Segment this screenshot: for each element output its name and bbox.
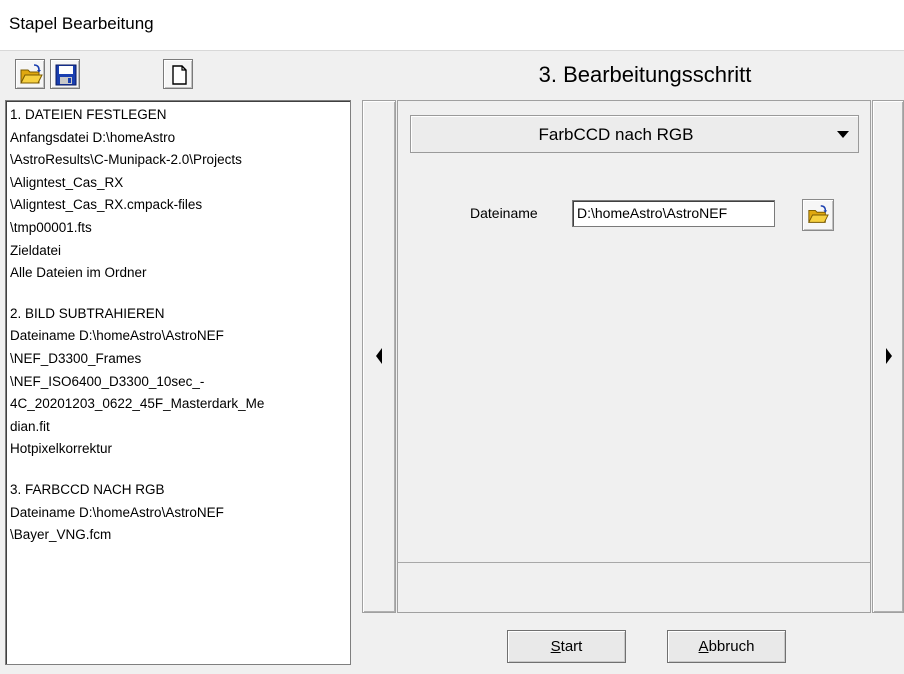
start-button[interactable]: Start <box>507 630 626 663</box>
abort-accelerator: A <box>698 638 709 655</box>
summary-line: \Aligntest_Cas_RX <box>10 174 124 190</box>
title-bar: Stapel Bearbeitung <box>0 0 904 51</box>
summary-line: Dateiname D:\homeAstro\AstroNEF <box>10 328 224 344</box>
summary-line: 1. DATEIEN FESTLEGEN <box>10 107 167 122</box>
summary-line: 3. FARBCCD NACH RGB <box>10 481 165 497</box>
summary-line: \tmp00001.fts <box>10 219 92 235</box>
start-accelerator: S <box>550 638 561 655</box>
summary-line: Dateiname D:\homeAstro\AstroNEF <box>10 504 224 520</box>
summary-line: Anfangsdatei D:\homeAstro <box>10 129 176 145</box>
browse-file-button[interactable] <box>802 199 834 231</box>
batch-summary-text: 1. DATEIEN FESTLEGEN Anfangsdatei D:\home… <box>6 101 350 547</box>
step-panel <box>397 100 871 613</box>
previous-step-button[interactable] <box>362 100 396 613</box>
status-divider <box>398 562 870 563</box>
save-button[interactable] <box>50 59 80 89</box>
summary-line: \AstroResults\C-Munipack-2.0\Projects <box>10 152 242 168</box>
summary-line: Zieldatei <box>10 242 62 258</box>
summary-line: 2. BILD SUBTRAHIEREN <box>10 305 165 321</box>
summary-line: dian.fit <box>10 418 50 434</box>
summary-spacer <box>10 461 350 479</box>
summary-spacer <box>10 285 350 303</box>
arrow-left-icon <box>374 347 384 370</box>
summary-line: 4C_20201203_0622_45F_Masterdark_Me <box>10 396 265 412</box>
step-title: 3. Bearbeitungsschritt <box>538 62 752 87</box>
summary-line: \Aligntest_Cas_RX.cmpack-files <box>10 197 203 213</box>
filename-input[interactable]: D:\homeAstro\AstroNEF <box>572 200 775 227</box>
window-title: Stapel Bearbeitung <box>9 14 154 33</box>
summary-line: \NEF_ISO6400_D3300_10sec_- <box>10 373 205 389</box>
next-step-button[interactable] <box>872 100 904 613</box>
summary-line: \Bayer_VNG.fcm <box>10 527 112 543</box>
abort-label: bbruch <box>708 638 755 655</box>
open-button[interactable] <box>15 59 45 89</box>
abort-button[interactable]: Abbruch <box>667 630 786 663</box>
batch-summary-panel[interactable]: 1. DATEIEN FESTLEGEN Anfangsdatei D:\home… <box>5 100 351 665</box>
summary-line: \NEF_D3300_Frames <box>10 350 142 366</box>
operation-select[interactable]: FarbCCD nach RGB <box>410 115 859 153</box>
arrow-right-icon <box>884 347 894 370</box>
summary-line: Alle Dateien im Ordner <box>10 265 147 281</box>
summary-line: Hotpixelkorrektur <box>10 441 113 457</box>
filename-label: Dateiname <box>470 205 538 221</box>
chevron-down-icon <box>837 131 849 138</box>
operation-selected-value: FarbCCD nach RGB <box>538 125 694 144</box>
start-label: tart <box>560 638 583 655</box>
new-button[interactable] <box>163 59 193 89</box>
